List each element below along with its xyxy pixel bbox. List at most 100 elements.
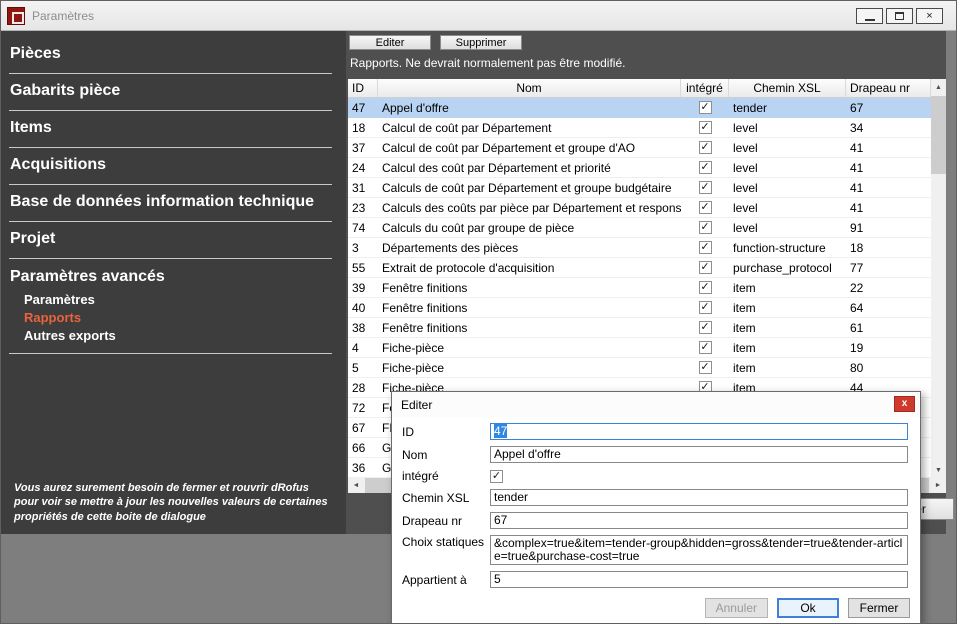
sidebar-item-gabarits-piece[interactable]: Gabarits pièce xyxy=(9,76,332,111)
sidebar-item-projet[interactable]: Projet xyxy=(9,224,332,259)
table-row[interactable]: 23Calculs des coûts par pièce par Départ… xyxy=(348,198,931,218)
dialog-close-button[interactable]: x xyxy=(894,396,915,412)
cell-drapeau-nr: 61 xyxy=(846,318,931,337)
integre-checkbox[interactable]: ✓ xyxy=(699,101,712,114)
column-header-id[interactable]: ID xyxy=(348,79,378,98)
maximize-button[interactable] xyxy=(886,8,913,24)
sidebar-item-pieces[interactable]: Pièces xyxy=(9,39,332,74)
column-header-chemin-xsl[interactable]: Chemin XSL xyxy=(729,79,846,98)
field-input-drapeau-nr[interactable]: 67 xyxy=(490,512,908,529)
sidebar-item-acquisitions[interactable]: Acquisitions xyxy=(9,150,332,185)
cell-nom: Fiche-pièce xyxy=(378,338,681,357)
integre-checkbox[interactable]: ✓ xyxy=(699,241,712,254)
vertical-scrollbar-thumb[interactable] xyxy=(931,96,946,174)
field-label-chemin-xsl: Chemin XSL xyxy=(402,491,490,505)
cell-nom: Calcul des coût par Département et prior… xyxy=(378,158,681,177)
scroll-up-icon[interactable]: ▲ xyxy=(931,79,946,95)
cell-chemin-xsl: level xyxy=(729,178,846,197)
table-row[interactable]: 24Calcul des coût par Département et pri… xyxy=(348,158,931,178)
field-label-integre: intégré xyxy=(402,469,490,483)
integre-checkbox[interactable]: ✓ xyxy=(699,201,712,214)
cell-id: 47 xyxy=(348,98,378,117)
cell-drapeau-nr: 18 xyxy=(846,238,931,257)
field-input-nom[interactable]: Appel d'offre xyxy=(490,446,908,463)
column-header-drapeau-nr[interactable]: Drapeau nr xyxy=(846,79,931,98)
vertical-scrollbar[interactable]: ▲ ▼ xyxy=(931,79,946,478)
cell-id: 3 xyxy=(348,238,378,257)
fermer-button[interactable]: Fermer xyxy=(848,598,910,618)
table-row[interactable]: 74Calculs du coût par groupe de pièce✓le… xyxy=(348,218,931,238)
table-row[interactable]: 39Fenêtre finitions✓item22 xyxy=(348,278,931,298)
cell-id: 72 xyxy=(348,398,378,417)
cell-integre: ✓ xyxy=(681,238,729,257)
table-row[interactable]: 55Extrait de protocole d'acquisition✓pur… xyxy=(348,258,931,278)
field-input-chemin-xsl[interactable]: tender xyxy=(490,489,908,506)
titlebar: Paramètres × xyxy=(1,1,956,31)
sidebar-item-parametres[interactable]: Paramètres xyxy=(9,291,332,309)
cell-integre: ✓ xyxy=(681,198,729,217)
cell-id: 4 xyxy=(348,338,378,357)
integre-checkbox[interactable]: ✓ xyxy=(699,361,712,374)
cell-integre: ✓ xyxy=(681,258,729,277)
table-row[interactable]: 47Appel d'offre✓tender67 xyxy=(348,98,931,118)
dialog-field-nom: NomAppel d'offre xyxy=(402,446,908,463)
table-row[interactable]: 38Fenêtre finitions✓item61 xyxy=(348,318,931,338)
close-button[interactable]: × xyxy=(916,8,943,24)
integre-checkbox[interactable]: ✓ xyxy=(699,301,712,314)
table-row[interactable]: 37Calcul de coût par Département et grou… xyxy=(348,138,931,158)
table-row[interactable]: 5Fiche-pièce✓item80 xyxy=(348,358,931,378)
table-row[interactable]: 18Calcul de coût par Département✓level34 xyxy=(348,118,931,138)
dialog-field-id: ID47 xyxy=(402,423,908,440)
cell-id: 31 xyxy=(348,178,378,197)
integre-checkbox[interactable]: ✓ xyxy=(699,341,712,354)
integre-checkbox[interactable]: ✓ xyxy=(699,261,712,274)
sidebar-item-rapports[interactable]: Rapports xyxy=(9,309,332,327)
sidebar-item-items[interactable]: Items xyxy=(9,113,332,148)
cell-drapeau-nr: 77 xyxy=(846,258,931,277)
cell-integre: ✓ xyxy=(681,278,729,297)
edit-dialog: Editer x ID47NomAppel d'offreintégré✓Che… xyxy=(391,391,921,624)
integre-checkbox[interactable]: ✓ xyxy=(699,121,712,134)
integre-checkbox[interactable]: ✓ xyxy=(699,161,712,174)
delete-button[interactable]: Supprimer xyxy=(440,35,522,50)
table-row[interactable]: 4Fiche-pièce✓item19 xyxy=(348,338,931,358)
scroll-left-icon[interactable]: ◄ xyxy=(348,478,364,493)
cell-chemin-xsl: level xyxy=(729,118,846,137)
table-row[interactable]: 31Calculs de coût par Département et gro… xyxy=(348,178,931,198)
cell-id: 18 xyxy=(348,118,378,137)
field-input-id[interactable]: 47 xyxy=(490,423,908,440)
dialog-field-appartient-a: Appartient à5 xyxy=(402,571,908,588)
sidebar-item-base-de-donnees-information-technique[interactable]: Base de données information technique xyxy=(9,187,332,222)
cell-integre: ✓ xyxy=(681,218,729,237)
cell-drapeau-nr: 41 xyxy=(846,138,931,157)
integre-checkbox[interactable]: ✓ xyxy=(699,141,712,154)
integre-checkbox[interactable]: ✓ xyxy=(699,281,712,294)
field-input-choix-statiques[interactable]: &complex=true&item=tender-group&hidden=g… xyxy=(490,535,908,565)
integre-checkbox[interactable]: ✓ xyxy=(699,221,712,234)
scroll-down-icon[interactable]: ▼ xyxy=(931,462,946,478)
sidebar-item-autres-exports[interactable]: Autres exports xyxy=(9,327,332,345)
scroll-right-icon[interactable]: ► xyxy=(930,478,946,493)
column-header-nom[interactable]: Nom xyxy=(378,79,681,98)
cell-drapeau-nr: 64 xyxy=(846,298,931,317)
dialog-fields: ID47 NomAppel d'offre intégré✓Chemin XSLte… xyxy=(392,417,920,588)
cell-id: 37 xyxy=(348,138,378,157)
table-row[interactable]: 40Fenêtre finitions✓item64 xyxy=(348,298,931,318)
table-row[interactable]: 3Départements des pièces✓function-struct… xyxy=(348,238,931,258)
edit-button[interactable]: Editer xyxy=(349,35,431,50)
field-label-choix-statiques: Choix statiques xyxy=(402,535,490,549)
sidebar-item-parametres-avances[interactable]: Paramètres avancés xyxy=(9,261,332,291)
dialog-integre-checkbox[interactable]: ✓ xyxy=(490,470,503,483)
dialog-field-choix-statiques: Choix statiques&complex=true&item=tender… xyxy=(402,535,908,565)
cell-id: 66 xyxy=(348,438,378,457)
minimize-button[interactable] xyxy=(856,8,883,24)
column-header-integre[interactable]: intégré xyxy=(681,79,729,98)
integre-checkbox[interactable]: ✓ xyxy=(699,321,712,334)
cell-chemin-xsl: level xyxy=(729,218,846,237)
cell-integre: ✓ xyxy=(681,298,729,317)
field-input-appartient-a[interactable]: 5 xyxy=(490,571,908,588)
cell-id: 23 xyxy=(348,198,378,217)
integre-checkbox[interactable]: ✓ xyxy=(699,181,712,194)
ok-button[interactable]: Ok xyxy=(777,598,839,618)
annuler-button[interactable]: Annuler xyxy=(705,598,768,618)
